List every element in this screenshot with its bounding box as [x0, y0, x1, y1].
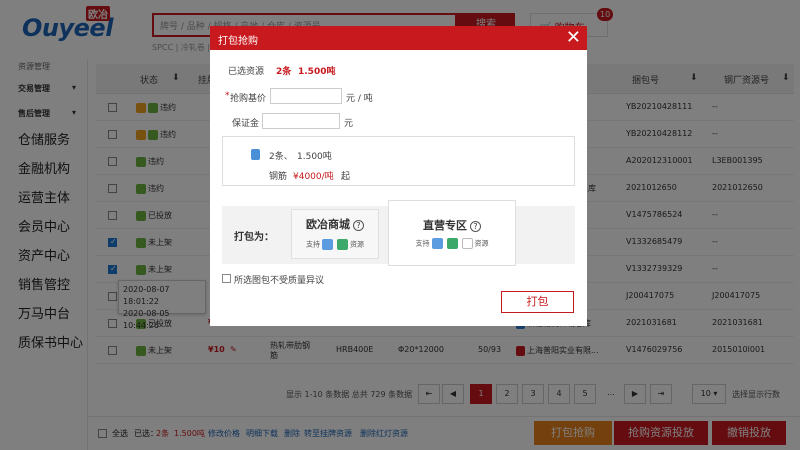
option-ouyeel-mall[interactable]: 欧冶商城? 支持 资源	[291, 209, 379, 259]
blue-pin-icon	[322, 239, 333, 250]
summary-suffix: 起	[341, 172, 351, 182]
blue-pin-icon	[431, 238, 443, 249]
summary-count: 2条、	[269, 152, 293, 162]
resource-label: 资源	[350, 240, 364, 249]
selected-resource-weight: 1.500吨	[298, 67, 336, 77]
pack-submit-button[interactable]: 打包	[501, 291, 574, 313]
pack-summary-box: 2条、 1.500吨 钢筋 ¥4000/吨 起	[222, 136, 575, 186]
summary-weight: 1.500吨	[297, 152, 332, 162]
option-title-text: 直营专区	[423, 219, 467, 232]
close-icon[interactable]: ✕	[566, 27, 581, 49]
selected-resource-label: 已选资源	[228, 67, 265, 77]
selected-resource-count: 2条	[276, 67, 292, 77]
support-label: 支持	[415, 239, 430, 248]
option-support-row: 支持 资源	[389, 238, 515, 249]
green-pin-icon	[337, 239, 348, 250]
dialog-title: 打包抢购	[218, 36, 258, 47]
pack-purchase-dialog: 打包抢购 ✕ 已选资源 2条 1.500吨 * 抢购基价 元 / 吨 保证金 元…	[210, 26, 587, 326]
deposit-unit: 元	[344, 119, 354, 129]
help-icon[interactable]: ?	[353, 220, 364, 231]
option-direct-zone[interactable]: 直营专区? 支持 资源	[388, 200, 516, 266]
help-icon[interactable]: ?	[470, 221, 481, 232]
required-mark: *	[225, 91, 230, 101]
option-title-text: 欧冶商城	[306, 218, 350, 231]
base-price-input[interactable]	[270, 88, 342, 104]
location-pin-icon	[251, 149, 260, 160]
pack-as-label: 打包为：	[234, 232, 274, 243]
base-price-unit: 元 / 吨	[346, 94, 373, 104]
summary-price: ¥4000/吨	[293, 172, 334, 182]
summary-product: 钢筋	[269, 172, 288, 182]
green-pin-icon	[446, 238, 458, 249]
support-label: 支持	[306, 240, 320, 249]
option-title: 直营专区?	[389, 217, 515, 233]
dialog-header: 打包抢购	[210, 26, 587, 50]
deposit-label: 保证金	[232, 119, 260, 129]
grey-pin-icon	[461, 238, 473, 249]
base-price-label: 抢购基价	[230, 94, 267, 104]
resource-label: 资源	[474, 239, 489, 248]
option-support-row: 支持 资源	[292, 239, 378, 250]
deposit-input[interactable]	[262, 113, 340, 129]
option-title: 欧冶商城?	[292, 216, 378, 232]
